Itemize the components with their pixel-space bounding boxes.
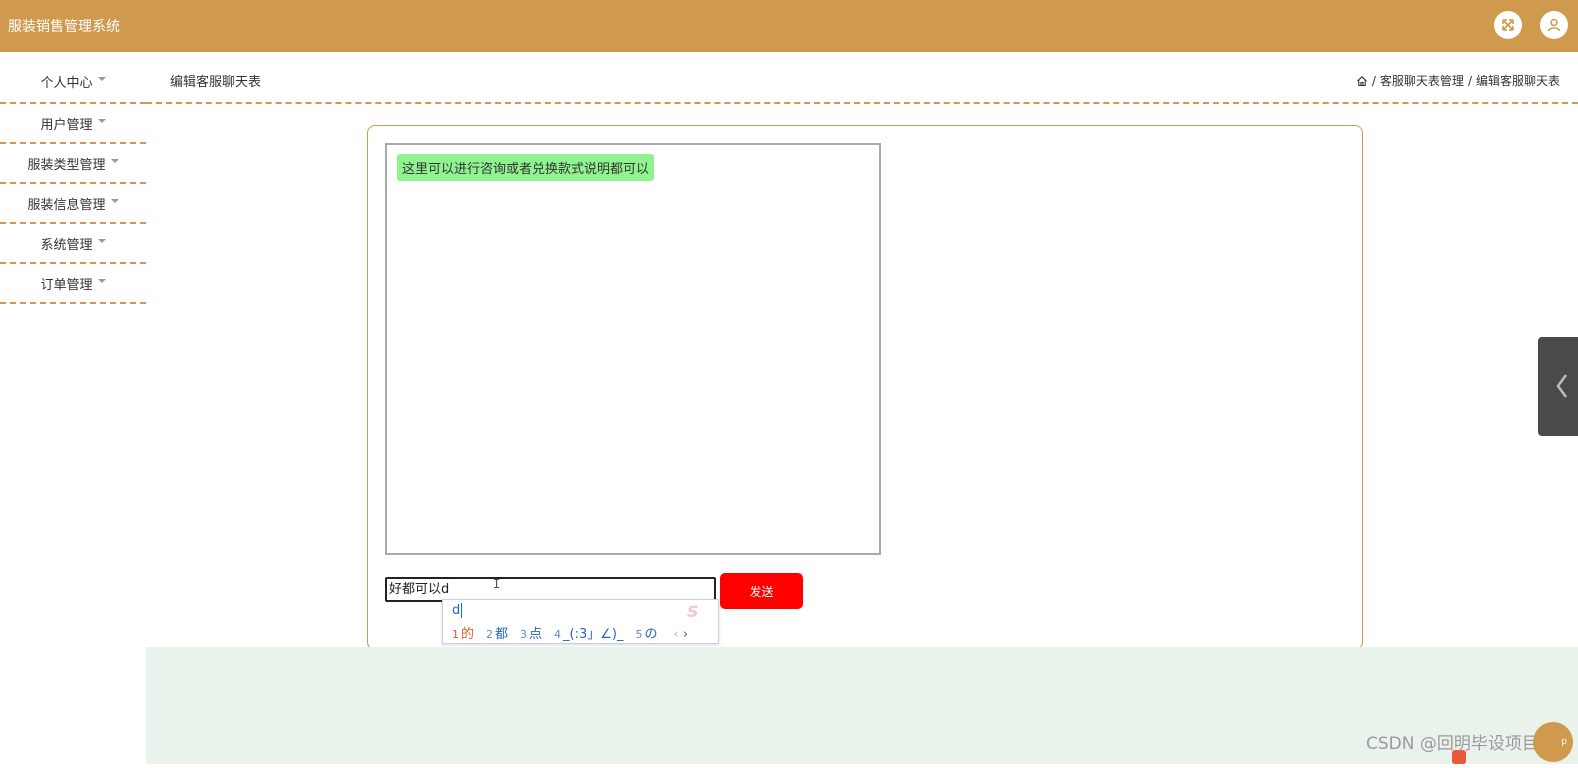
- text-cursor-icon: I: [493, 577, 501, 591]
- sidebar-item-label: 用户管理: [40, 117, 93, 133]
- sidebar-item-order-management[interactable]: 订单管理: [0, 264, 146, 304]
- fullscreen-button[interactable]: [1494, 11, 1522, 39]
- breadcrumb-item-edit-chat: 编辑客服聊天表: [1475, 74, 1560, 88]
- send-button[interactable]: 发送: [720, 573, 803, 609]
- sidebar-item-system-management[interactable]: 系统管理: [0, 224, 146, 264]
- sidebar-item-label: 个人中心: [40, 75, 93, 91]
- fullscreen-icon: [1502, 19, 1514, 31]
- sidebar-item-label: 服装类型管理: [27, 157, 106, 173]
- ime-candidate[interactable]: 5の: [636, 623, 658, 642]
- help-badge[interactable]: p: [1533, 722, 1573, 762]
- caret-down-icon: [97, 239, 106, 243]
- sidebar-item-label: 服装信息管理: [27, 197, 106, 213]
- breadcrumb-item-chat-management[interactable]: 客服聊天表管理: [1380, 72, 1464, 89]
- ime-candidate[interactable]: 4 _(:3」∠)_: [554, 623, 623, 642]
- sidebar-item-personal-center[interactable]: 个人中心: [0, 52, 146, 104]
- breadcrumb-separator: /: [1467, 73, 1472, 88]
- ime-candidate[interactable]: 2都: [486, 623, 508, 642]
- ime-candidate[interactable]: 3点: [520, 623, 542, 642]
- sidebar-item-user-management[interactable]: 用户管理: [0, 104, 146, 144]
- sidebar-item-label: 订单管理: [40, 277, 93, 293]
- top-navbar: 服装销售管理系统: [0, 0, 1578, 52]
- ime-next-icon[interactable]: ›: [683, 627, 688, 642]
- ime-page-arrows[interactable]: ‹ ›: [674, 627, 689, 642]
- breadcrumb: / 客服聊天表管理 / 编辑客服聊天表: [1356, 72, 1560, 89]
- footer-area: [146, 647, 1578, 764]
- chat-message: 这里可以进行咨询或者兑换款式说明都可以: [397, 154, 655, 181]
- caret-down-icon: [97, 119, 106, 123]
- sidebar: 个人中心 用户管理 服装类型管理 服装信息管理 系统管理 订单管理: [0, 52, 146, 304]
- ime-composition-text: d: [452, 603, 463, 618]
- chevron-left-icon: [1556, 374, 1568, 398]
- caret-down-icon: [110, 159, 119, 163]
- page-title: 编辑客服聊天表: [170, 75, 262, 90]
- side-drawer-toggle[interactable]: [1538, 337, 1578, 436]
- ime-candidate[interactable]: 1的: [452, 623, 474, 642]
- chat-history-box[interactable]: 这里可以进行咨询或者兑换款式说明都可以: [385, 143, 881, 555]
- user-menu-button[interactable]: [1540, 11, 1568, 39]
- chat-panel: 这里可以进行咨询或者兑换款式说明都可以 好都可以d I 发送 d S 1的 2都…: [367, 125, 1363, 650]
- sidebar-item-clothing-info-management[interactable]: 服装信息管理: [0, 184, 146, 224]
- ime-prev-icon[interactable]: ‹: [674, 627, 679, 642]
- sogou-logo-icon: S: [687, 602, 699, 621]
- caret-down-icon: [97, 77, 106, 81]
- caret-down-icon: [110, 199, 119, 203]
- caret-down-icon: [97, 279, 106, 283]
- page-header: 编辑客服聊天表 / 客服聊天表管理 / 编辑客服聊天表: [146, 52, 1578, 104]
- sidebar-item-label: 系统管理: [40, 237, 93, 253]
- breadcrumb-separator: /: [1371, 73, 1376, 88]
- watermark: CSDN @回明毕设项目: [1366, 734, 1539, 754]
- sidebar-item-clothing-type-management[interactable]: 服装类型管理: [0, 144, 146, 184]
- ime-candidate-list: 1的 2都 3点 4 _(:3」∠)_ 5の ‹ ›: [452, 623, 688, 642]
- home-icon[interactable]: [1356, 75, 1368, 87]
- app-title: 服装销售管理系统: [8, 19, 120, 35]
- user-icon: [1547, 18, 1561, 32]
- ime-candidate-popup: d S 1的 2都 3点 4 _(:3」∠)_ 5の ‹ ›: [442, 599, 719, 644]
